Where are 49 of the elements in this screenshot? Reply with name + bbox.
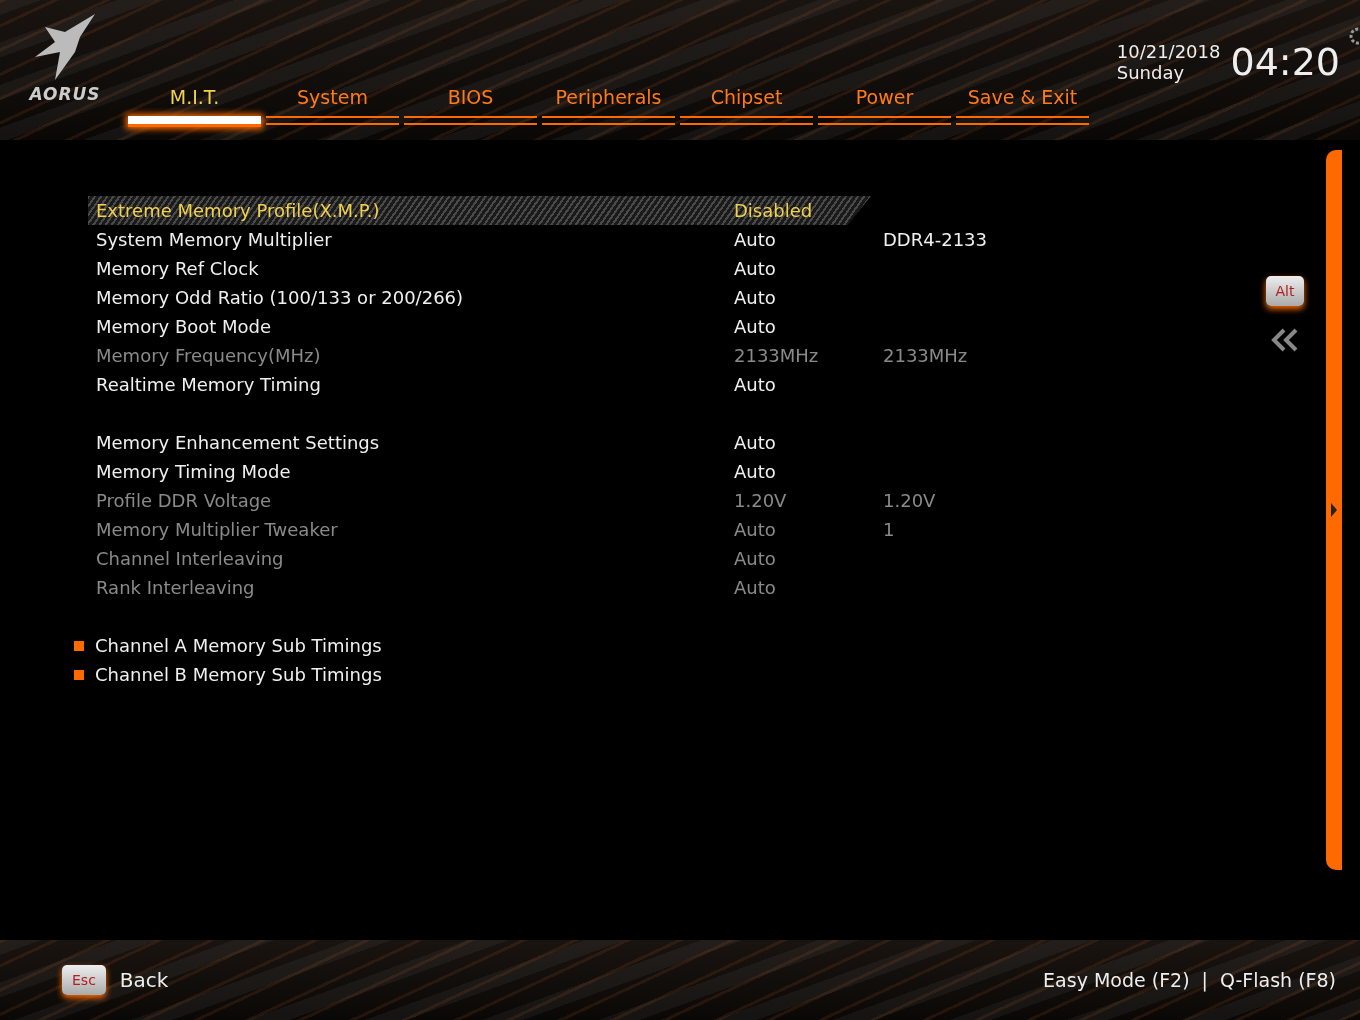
menu-tab[interactable]: Power: [818, 86, 951, 127]
setting-value[interactable]: Auto: [734, 229, 883, 250]
logo-text: AORUS: [29, 84, 101, 104]
submenu-link[interactable]: Channel A Memory Sub Timings: [95, 635, 382, 656]
setting-label: Extreme Memory Profile(X.M.P.): [96, 200, 381, 221]
setting-label: Memory Boot Mode: [96, 316, 273, 337]
setting-label: Realtime Memory Timing: [96, 374, 322, 395]
bullet-icon: [74, 640, 84, 651]
alt-key-button[interactable]: Alt: [1265, 276, 1305, 306]
setting-label: Memory Ref Clock: [96, 258, 260, 279]
menu-tab[interactable]: BIOS: [404, 86, 537, 127]
setting-label: Profile DDR Voltage: [96, 490, 273, 511]
submenu-link[interactable]: Channel B Memory Sub Timings: [95, 664, 382, 685]
settings-icon[interactable]: [1348, 26, 1360, 46]
separator-text: |: [1201, 969, 1208, 991]
setting-label: Memory Multiplier Tweaker: [96, 519, 339, 540]
setting-label: Rank Interleaving: [96, 577, 256, 598]
double-chevron-left-icon[interactable]: [1270, 328, 1300, 352]
setting-value[interactable]: Auto: [734, 374, 883, 395]
bullet-icon: [74, 669, 84, 680]
day-text: Sunday: [1116, 62, 1186, 83]
esc-key-button[interactable]: Esc: [62, 965, 106, 995]
menu-tab[interactable]: M.I.T.: [128, 86, 261, 127]
menu-tab[interactable]: System: [266, 86, 399, 127]
setting-value[interactable]: Auto: [734, 258, 883, 279]
setting-value[interactable]: Auto: [734, 287, 883, 308]
date-text: 10/21/2018: [1116, 41, 1221, 62]
setting-label: Memory Enhancement Settings: [96, 432, 381, 453]
setting-value[interactable]: Auto: [734, 432, 883, 453]
menu-tab[interactable]: Save & Exit: [956, 86, 1089, 127]
shortcut-link[interactable]: Easy Mode (F2): [1043, 969, 1190, 991]
setting-value[interactable]: Auto: [734, 316, 883, 337]
clock-time: 04:20: [1230, 40, 1340, 84]
setting-label: System Memory Multiplier: [96, 229, 333, 250]
setting-label: Memory Timing Mode: [96, 461, 292, 482]
setting-label: Memory Frequency(MHz): [96, 345, 322, 366]
back-label: Back: [119, 968, 169, 992]
current-value: DDR4-2133: [883, 229, 988, 250]
current-value: 2133MHz: [883, 345, 969, 366]
setting-label: Memory Odd Ratio (100/133 or 200/266): [96, 287, 465, 308]
current-value: 1.20V: [883, 490, 937, 511]
setting-value[interactable]: Auto: [734, 461, 883, 482]
current-value: 1: [883, 519, 896, 540]
triangle-right-icon: [1331, 503, 1337, 517]
menu-tab[interactable]: Peripherals: [542, 86, 675, 127]
selected-row-highlight[interactable]: Extreme Memory Profile(X.M.P.) Disabled: [88, 196, 871, 225]
menu-tab[interactable]: Chipset: [680, 86, 813, 127]
shortcut-link[interactable]: Q-Flash (F8): [1220, 969, 1336, 991]
setting-label: Channel Interleaving: [96, 548, 285, 569]
